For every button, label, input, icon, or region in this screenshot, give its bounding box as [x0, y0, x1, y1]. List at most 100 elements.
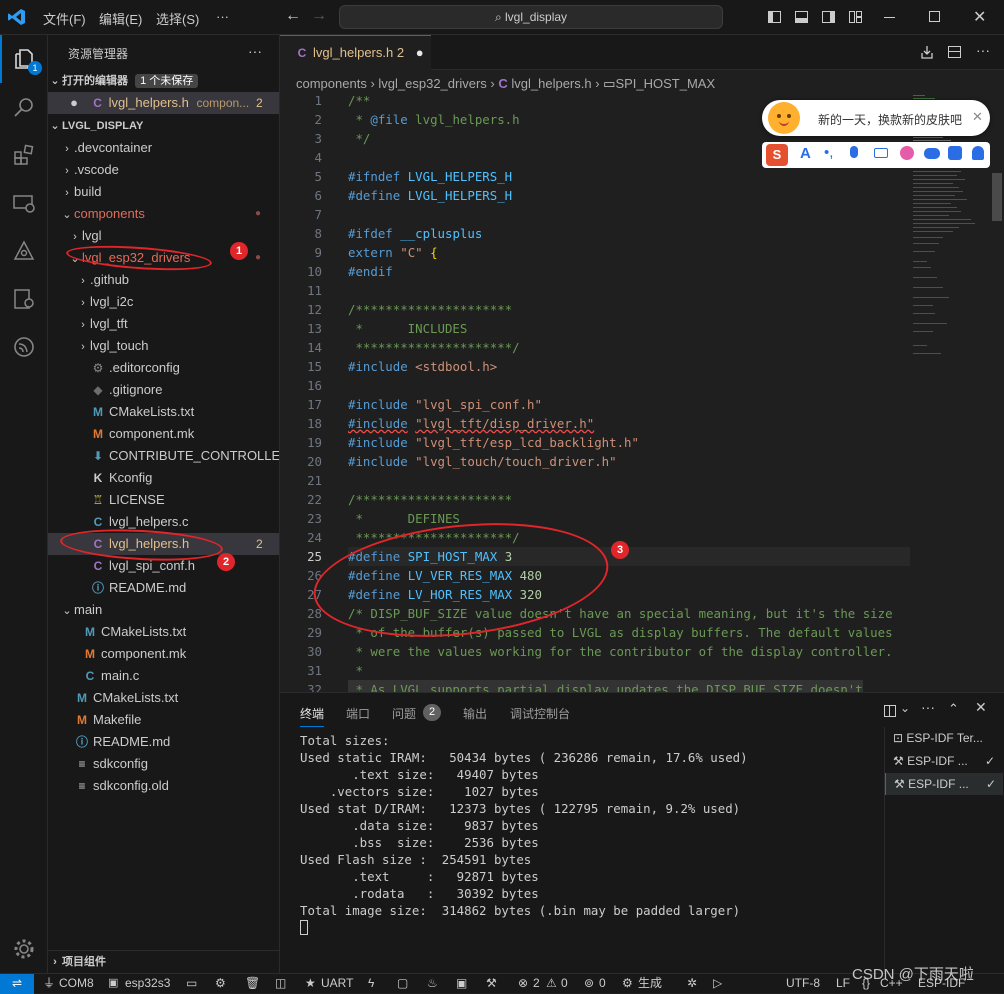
explorer-icon[interactable]: 1 — [0, 35, 48, 83]
terminal-list-item[interactable]: ⊡ ESP-IDF Ter... — [885, 727, 1003, 749]
tab-ports[interactable]: 端口 — [346, 705, 370, 722]
panel-more-button[interactable]: ··· — [921, 699, 935, 715]
minimap[interactable] — [910, 91, 990, 692]
file-tree-item[interactable]: ♖ LICENSE — [48, 489, 279, 511]
database-icon[interactable]: ◫ — [275, 974, 286, 993]
project-components-header[interactable]: › 项目组件 — [48, 950, 279, 972]
extensions-icon[interactable] — [0, 131, 48, 179]
sidebar-more-button[interactable]: ··· — [248, 43, 262, 59]
remote-indicator-icon[interactable]: ⇌ — [0, 974, 34, 994]
file-tree-item[interactable]: › lvgl_touch — [48, 335, 279, 357]
file-tree-item[interactable]: M CMakeLists.txt — [48, 401, 279, 423]
menu-selection[interactable]: 选择(S) — [156, 9, 199, 28]
microphone-icon[interactable] — [850, 146, 858, 158]
ime-settings-icon[interactable] — [972, 146, 984, 160]
editor-scrollbar[interactable] — [990, 91, 1004, 692]
monitor-icon[interactable]: ▢ — [397, 974, 408, 993]
menu-more[interactable]: ··· — [216, 9, 229, 24]
minimize-icon[interactable] — [884, 17, 895, 18]
ports-count[interactable]: 0 — [599, 974, 606, 993]
broadcast-icon[interactable]: ⊚ — [584, 974, 594, 993]
file-tree-item[interactable]: ◆ .gitignore — [48, 379, 279, 401]
file-tree-item[interactable]: M CMakeLists.txt — [48, 687, 279, 709]
open-editors-header[interactable]: ⌄ 打开的编辑器 1 个未保存 — [48, 70, 279, 92]
open-editor-item[interactable]: ● Clvgl_helpers.h compon... 2 — [48, 92, 279, 114]
espressif-icon[interactable] — [0, 323, 48, 371]
file-tree-item[interactable]: ⌄ main — [48, 599, 279, 621]
maximize-panel-icon[interactable]: ⌃ — [948, 701, 959, 717]
tab-debug-console[interactable]: 调试控制台 — [510, 705, 570, 722]
settings-gear-icon[interactable] — [0, 925, 48, 973]
breadcrumb-symbol[interactable]: SPI_HOST_MAX — [615, 76, 715, 91]
file-tree-item[interactable]: ⓘ README.md — [48, 577, 279, 599]
split-editor-icon[interactable] — [948, 46, 961, 58]
sogou-logo-icon[interactable]: S — [766, 144, 788, 166]
file-tree-item[interactable]: ≡ sdkconfig.old — [48, 775, 279, 797]
menu-edit[interactable]: 编辑(E) — [99, 9, 142, 28]
game-icon[interactable] — [924, 148, 940, 159]
unsaved-dot-icon[interactable]: ● — [416, 45, 424, 60]
file-tree-item[interactable]: › lvgl_i2c — [48, 291, 279, 313]
file-tree-item[interactable]: Clvgl_helpers.c — [48, 511, 279, 533]
toggle-sidebar-icon[interactable] — [768, 11, 781, 23]
ime-greeting-bubble[interactable]: 新的一天，换款新的皮肤吧 ✕ — [762, 100, 990, 136]
trash-icon[interactable]: 🗑 — [245, 974, 260, 993]
file-tree-item[interactable]: ⓘ README.md — [48, 731, 279, 753]
chevron-down-icon[interactable]: ⌄ — [900, 701, 910, 715]
file-tree-item[interactable]: ≡ sdkconfig — [48, 753, 279, 775]
skin-icon[interactable] — [900, 146, 914, 160]
eol-selector[interactable]: LF — [836, 974, 850, 993]
ime-language-icon[interactable]: A — [800, 145, 811, 162]
breadcrumb-components[interactable]: components — [296, 76, 367, 91]
command-center-search[interactable]: ⌕ lvgl_display — [339, 5, 723, 29]
file-tree-item[interactable]: › lvgl_tft — [48, 313, 279, 335]
file-tree-item[interactable]: M CMakeLists.txt — [48, 621, 279, 643]
tab-lvgl-helpers-h[interactable]: Clvgl_helpers.h 2 ● — [280, 35, 431, 70]
customize-layout-icon[interactable] — [849, 11, 862, 23]
wrench-icon[interactable]: ⚒ — [486, 974, 497, 993]
maximize-icon[interactable] — [929, 11, 940, 22]
file-tree-item[interactable]: › .devcontainer — [48, 137, 279, 159]
gear-icon[interactable]: ⚙ — [215, 974, 226, 993]
keyboard-icon[interactable] — [874, 148, 888, 158]
close-window-icon[interactable]: ✕ — [973, 7, 986, 27]
search-sidebar-icon[interactable] — [0, 83, 48, 131]
run-icon[interactable]: ▷ — [713, 974, 722, 993]
file-tree-item[interactable]: K Kconfig — [48, 467, 279, 489]
bug-icon[interactable]: ✲ — [687, 974, 697, 993]
target-selector[interactable]: esp32s3 — [125, 974, 170, 993]
testing-icon[interactable] — [0, 275, 48, 323]
terminal-list-item[interactable]: ⚒ ESP-IDF ... ✓ — [885, 773, 1003, 795]
port-selector[interactable]: COM8 — [59, 974, 94, 993]
encoding-selector[interactable]: UTF-8 — [786, 974, 820, 993]
warning-icon[interactable]: ⚠ — [546, 974, 557, 993]
flash-icon[interactable]: ϟ — [368, 974, 374, 993]
file-tree-item[interactable]: › .github — [48, 269, 279, 291]
tab-terminal[interactable]: 终端 — [300, 705, 325, 727]
build-button[interactable]: 生成 — [638, 974, 662, 993]
ime-punctuation-icon[interactable]: •, — [824, 144, 833, 161]
editor-more-button[interactable]: ··· — [976, 42, 990, 58]
terminal-output[interactable]: Total sizes: Used static IRAM: 50434 byte… — [300, 732, 748, 935]
tab-output[interactable]: 输出 — [463, 705, 487, 722]
error-icon[interactable]: ⊗ — [518, 974, 528, 993]
terminal-icon[interactable]: ▣ — [456, 974, 467, 993]
terminal-list-item[interactable]: ⚒ ESP-IDF ... ✓ — [885, 750, 1003, 772]
file-tree-item[interactable]: Mcomponent.mk — [48, 643, 279, 665]
breadcrumb-file[interactable]: lvgl_helpers.h — [511, 76, 591, 91]
flash-method[interactable]: UART — [321, 974, 353, 993]
file-tree-item[interactable]: › build — [48, 181, 279, 203]
close-icon[interactable]: ✕ — [972, 109, 983, 125]
scrollbar-thumb[interactable] — [992, 173, 1002, 221]
terminal-layout-icon[interactable] — [884, 705, 896, 717]
idf-explorer-icon[interactable] — [0, 227, 48, 275]
folder-icon[interactable]: ▭ — [186, 974, 197, 993]
workspace-root[interactable]: ⌄ LVGL_DISPLAY — [48, 115, 279, 137]
forward-arrow-icon[interactable]: → — [311, 7, 327, 25]
open-changes-icon[interactable] — [920, 45, 934, 59]
toolbox-icon[interactable] — [948, 146, 962, 160]
file-tree-item[interactable]: Mcomponent.mk — [48, 423, 279, 445]
toggle-secondary-sidebar-icon[interactable] — [822, 11, 835, 23]
file-tree-item[interactable]: ⬇ CONTRIBUTE_CONTROLLER_S... — [48, 445, 279, 467]
file-tree-item[interactable]: Cmain.c — [48, 665, 279, 687]
